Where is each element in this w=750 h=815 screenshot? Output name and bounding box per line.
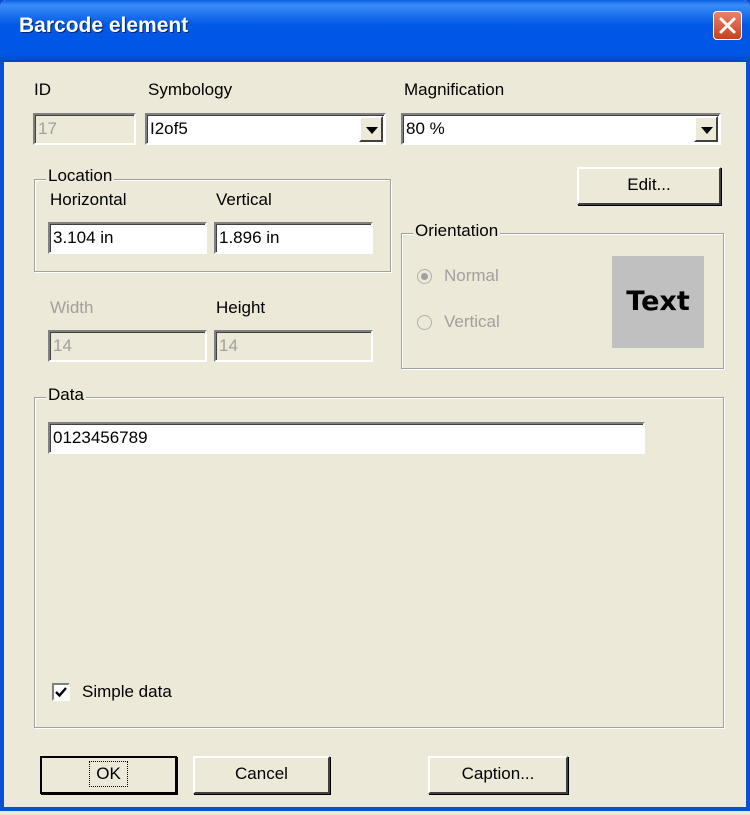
location-group-label: Location: [46, 166, 115, 186]
caption-button[interactable]: Caption...: [428, 756, 568, 794]
magnification-label: Magnification: [404, 80, 505, 99]
orientation-vertical-radio[interactable]: [417, 315, 432, 330]
height-label: Height: [216, 298, 266, 317]
width-field: 14: [48, 330, 207, 362]
orientation-vertical-label: Vertical: [444, 312, 500, 331]
height-field: 14: [214, 330, 373, 362]
horizontal-input[interactable]: 3.104 in: [48, 222, 207, 254]
width-label: Width: [50, 298, 94, 317]
symbology-value: I2of5: [150, 119, 188, 138]
ok-button[interactable]: OK: [40, 756, 177, 794]
ok-button-label: OK: [89, 761, 128, 787]
orientation-normal-label: Normal: [444, 266, 499, 285]
symbology-select[interactable]: I2of5: [145, 113, 386, 145]
simple-data-checkbox[interactable]: [52, 683, 70, 701]
chevron-down-icon[interactable]: [694, 116, 718, 142]
magnification-value: 80 %: [406, 119, 445, 138]
data-group-label: Data: [46, 385, 86, 405]
vertical-input[interactable]: 1.896 in: [214, 222, 373, 254]
orientation-group-label: Orientation: [413, 221, 501, 241]
vertical-label: Vertical: [216, 190, 272, 209]
checkmark-icon: [55, 687, 67, 698]
symbology-label: Symbology: [148, 80, 233, 99]
edit-button[interactable]: Edit...: [577, 167, 721, 205]
close-icon: [719, 17, 736, 34]
title-bar[interactable]: Barcode element: [0, 0, 750, 62]
magnification-select[interactable]: 80 %: [401, 113, 721, 145]
horizontal-label: Horizontal: [50, 190, 127, 209]
close-button[interactable]: [713, 11, 742, 40]
id-field: 17: [33, 113, 136, 145]
data-input[interactable]: 0123456789: [48, 422, 645, 454]
simple-data-label: Simple data: [82, 682, 172, 701]
orientation-preview: Text: [612, 256, 704, 348]
orientation-normal-radio[interactable]: [417, 269, 432, 284]
window-title: Barcode element: [19, 14, 189, 37]
chevron-down-icon[interactable]: [359, 116, 383, 142]
id-label: ID: [34, 80, 51, 99]
cancel-button[interactable]: Cancel: [193, 756, 330, 794]
